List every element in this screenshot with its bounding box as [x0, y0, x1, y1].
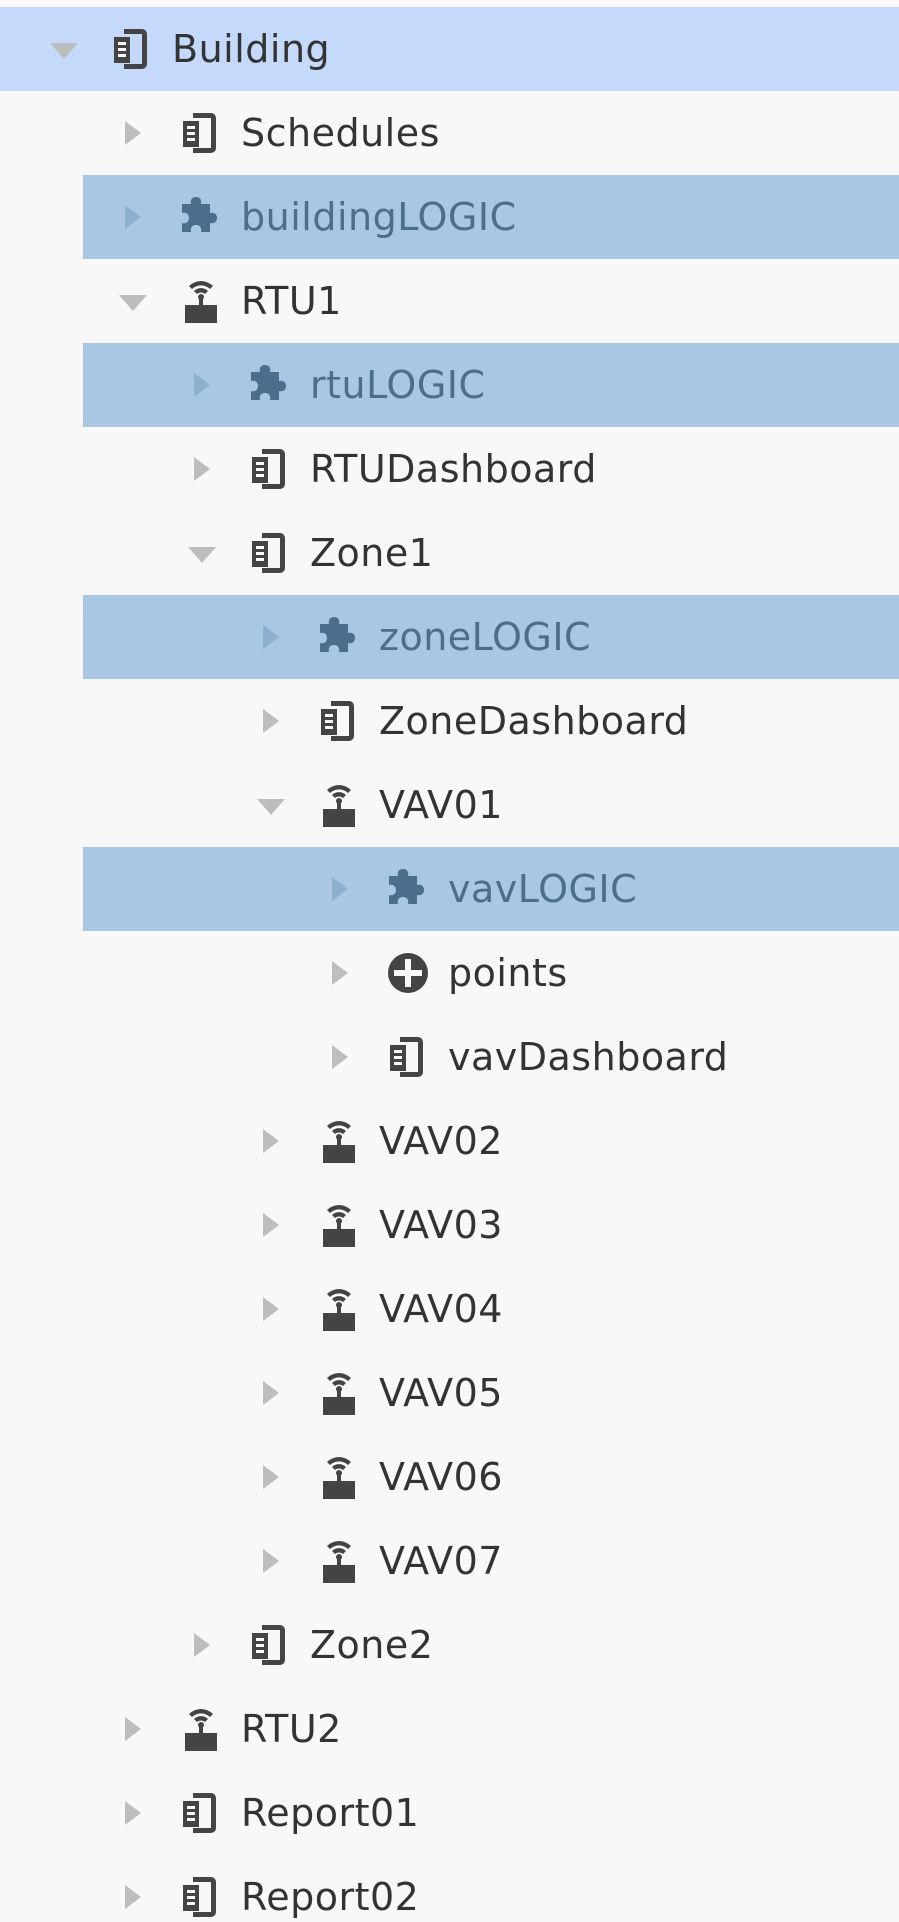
tree-node-vav04[interactable]: VAV04: [0, 1267, 899, 1351]
expand-arrow-icon[interactable]: [117, 117, 149, 149]
tree-node-zone1[interactable]: Zone1: [0, 511, 899, 595]
tree-node-vav06[interactable]: VAV06: [0, 1435, 899, 1519]
tree-node-vav05[interactable]: VAV05: [0, 1351, 899, 1435]
tree-node-label: vavDashboard: [448, 1035, 729, 1079]
tree-node-label: RTU1: [241, 279, 342, 323]
tree-node-label: VAV07: [379, 1539, 503, 1583]
tree-node-label: buildingLOGIC: [241, 195, 517, 239]
expand-arrow-icon[interactable]: [117, 1713, 149, 1745]
collapse-arrow-icon[interactable]: [186, 537, 218, 569]
device-icon: [315, 1537, 363, 1585]
tree-node-label: rtuLOGIC: [310, 363, 486, 407]
tree-node-label: Zone2: [310, 1623, 434, 1667]
device-icon: [315, 1201, 363, 1249]
tree-node-label: vavLOGIC: [448, 867, 638, 911]
tree-node-schedules[interactable]: Schedules: [0, 91, 899, 175]
tree-node-vavdashboard[interactable]: vavDashboard: [0, 1015, 899, 1099]
expand-arrow-icon[interactable]: [255, 1377, 287, 1409]
device-icon: [315, 1285, 363, 1333]
puzzle-icon: [177, 193, 225, 241]
tree-node-vav02[interactable]: VAV02: [0, 1099, 899, 1183]
document-icon: [384, 1033, 432, 1081]
tree-node-report02[interactable]: Report02: [0, 1855, 899, 1922]
expand-arrow-icon[interactable]: [324, 1041, 356, 1073]
tree-node-vav07[interactable]: VAV07: [0, 1519, 899, 1603]
expand-arrow-icon[interactable]: [117, 1881, 149, 1913]
document-icon: [108, 25, 156, 73]
expand-arrow-icon[interactable]: [255, 1125, 287, 1157]
expand-arrow-icon[interactable]: [186, 1629, 218, 1661]
document-icon: [315, 697, 363, 745]
tree-node-vav01[interactable]: VAV01: [0, 763, 899, 847]
document-icon: [246, 529, 294, 577]
expand-arrow-icon[interactable]: [186, 453, 218, 485]
tree-node-label: Zone1: [310, 531, 434, 575]
tree-node-label: Building: [172, 27, 331, 71]
tree-node-label: zoneLOGIC: [379, 615, 592, 659]
tree-node-zonelogic[interactable]: zoneLOGIC: [83, 595, 899, 679]
tree-node-zonedashboard[interactable]: ZoneDashboard: [0, 679, 899, 763]
tree-node-rtulogic[interactable]: rtuLOGIC: [83, 343, 899, 427]
tree-node-report01[interactable]: Report01: [0, 1771, 899, 1855]
document-icon: [246, 445, 294, 493]
document-icon: [177, 1873, 225, 1921]
expand-arrow-icon[interactable]: [117, 1797, 149, 1829]
device-icon: [177, 1705, 225, 1753]
device-icon: [315, 1117, 363, 1165]
puzzle-icon: [246, 361, 294, 409]
tree-node-zone2[interactable]: Zone2: [0, 1603, 899, 1687]
expand-arrow-icon[interactable]: [255, 621, 287, 653]
tree-node-vav03[interactable]: VAV03: [0, 1183, 899, 1267]
collapse-arrow-icon[interactable]: [48, 33, 80, 65]
tree-node-rtudashboard[interactable]: RTUDashboard: [0, 427, 899, 511]
tree-node-label: RTU2: [241, 1707, 342, 1751]
tree-node-label: points: [448, 951, 568, 995]
collapse-arrow-icon[interactable]: [255, 789, 287, 821]
tree-node-points[interactable]: points: [0, 931, 899, 1015]
collapse-arrow-icon[interactable]: [117, 285, 149, 317]
expand-arrow-icon[interactable]: [324, 873, 356, 905]
document-icon: [246, 1621, 294, 1669]
tree-node-building[interactable]: Building: [0, 7, 899, 91]
tree-node-label: VAV01: [379, 783, 503, 827]
tree-node-buildinglogic[interactable]: buildingLOGIC: [83, 175, 899, 259]
expand-arrow-icon[interactable]: [255, 1293, 287, 1325]
expand-arrow-icon[interactable]: [117, 201, 149, 233]
device-icon: [315, 781, 363, 829]
expand-arrow-icon[interactable]: [255, 1461, 287, 1493]
tree-node-label: ZoneDashboard: [379, 699, 689, 743]
expand-arrow-icon[interactable]: [324, 957, 356, 989]
document-icon: [177, 1789, 225, 1837]
tree-node-label: VAV06: [379, 1455, 503, 1499]
tree-node-label: VAV04: [379, 1287, 503, 1331]
expand-arrow-icon[interactable]: [186, 369, 218, 401]
tree-node-label: VAV05: [379, 1371, 503, 1415]
tree-node-label: Schedules: [241, 111, 440, 155]
device-icon: [315, 1453, 363, 1501]
tree-node-vavlogic[interactable]: vavLOGIC: [83, 847, 899, 931]
expand-arrow-icon[interactable]: [255, 705, 287, 737]
nav-tree: Building Schedules buildingLOGIC RTU1 rtuLOG…: [0, 0, 899, 1922]
tree-node-rtu1[interactable]: RTU1: [0, 259, 899, 343]
tree-node-label: VAV03: [379, 1203, 503, 1247]
device-icon: [315, 1369, 363, 1417]
points-icon: [384, 949, 432, 997]
device-icon: [177, 277, 225, 325]
document-icon: [177, 109, 225, 157]
tree-node-label: Report02: [241, 1875, 420, 1919]
tree-node-label: VAV02: [379, 1119, 503, 1163]
expand-arrow-icon[interactable]: [255, 1545, 287, 1577]
tree-node-label: RTUDashboard: [310, 447, 597, 491]
tree-node-rtu2[interactable]: RTU2: [0, 1687, 899, 1771]
puzzle-icon: [384, 865, 432, 913]
tree-node-label: Report01: [241, 1791, 420, 1835]
expand-arrow-icon[interactable]: [255, 1209, 287, 1241]
puzzle-icon: [315, 613, 363, 661]
